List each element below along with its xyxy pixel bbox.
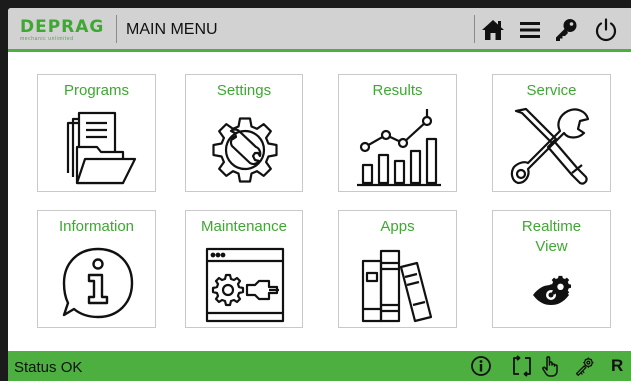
tile-maintenance[interactable]: Maintenance [185,210,303,328]
home-icon[interactable] [480,17,506,43]
status-bar: Status OK R [8,351,631,381]
tile-label: Information [58,218,135,235]
tile-realtime-view[interactable]: Realtime View [492,210,611,328]
tools-icon[interactable] [574,355,596,377]
main-menu-screen: DEPRAG mechanic unlimited MAIN MENU Prog… [8,8,631,381]
tile-label: Settings [216,82,272,99]
header-bar: DEPRAG mechanic unlimited MAIN MENU [8,8,631,52]
tile-programs[interactable]: Programs [37,74,156,192]
menu-icon[interactable] [517,17,543,43]
tile-label-line2: View [535,238,568,255]
tile-label: Apps [380,218,415,235]
gear-wrench-icon [212,117,278,183]
key-icon[interactable] [553,17,579,43]
tile-information[interactable]: Information [37,210,156,328]
info-icon [62,247,134,319]
tile-label: Programs [63,82,130,99]
tile-settings[interactable]: Settings [185,74,303,192]
logo-tagline: mechanic unlimited [20,36,74,42]
status-text: Status OK [14,359,83,376]
tile-label: Maintenance [201,218,287,235]
deprag-logo: DEPRAG mechanic unlimited [20,18,116,44]
tile-apps[interactable]: Apps [338,210,457,328]
page-title: MAIN MENU [126,21,218,38]
tile-label: Realtime View [493,217,610,257]
screwdriver-wrench-icon [510,107,590,185]
tile-label-line1: Realtime [521,218,582,235]
eye-gear-icon [533,275,572,305]
hand-icon[interactable] [540,355,562,377]
header-divider [116,15,117,43]
tile-service[interactable]: Service [492,74,611,192]
tile-label: Service [526,82,577,99]
window-gear-wrench-icon [205,247,285,323]
power-icon[interactable] [593,17,619,43]
info-circle-icon[interactable] [470,355,492,377]
tile-results[interactable]: Results [338,74,457,192]
folder-documents-icon [66,111,137,185]
tile-label: Results [372,82,423,99]
cycle-icon[interactable] [511,355,533,377]
header-divider-right [474,15,475,43]
bar-line-chart-icon [357,109,441,187]
mode-indicator: R [611,356,624,375]
books-icon [361,249,433,323]
logo-name: DEPRAG [20,17,105,37]
